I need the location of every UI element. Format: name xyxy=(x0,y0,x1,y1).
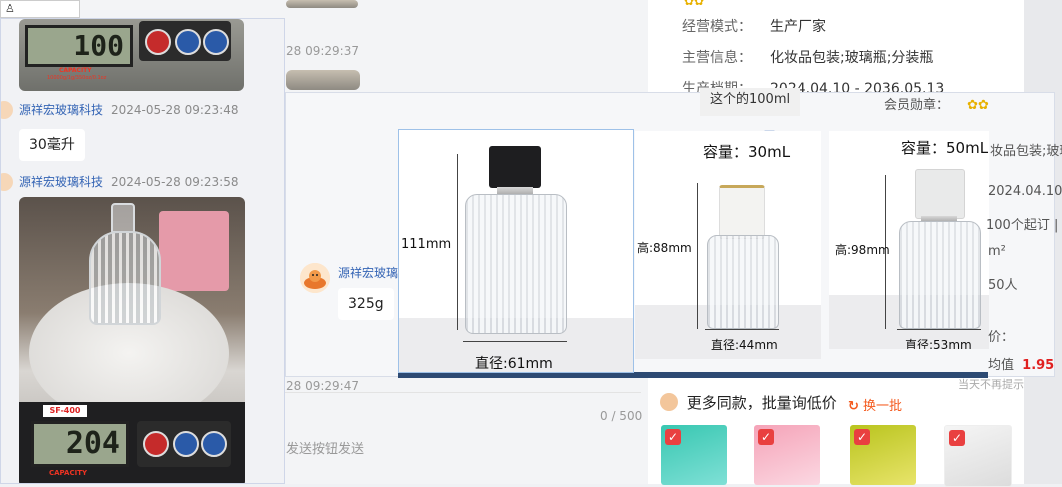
bottle-on-scale-photo[interactable]: SF-400 204 CAPACITY xyxy=(19,197,245,483)
medal-row: 会员勋章： ✿✿ xyxy=(884,98,989,113)
info-row-mode: 经营模式： 生产厂家 xyxy=(682,19,826,35)
tare-button-icon xyxy=(201,431,227,457)
check-icon[interactable]: ✓ xyxy=(949,430,965,446)
bottle-cap xyxy=(489,146,541,188)
info-row-partial: 50人 xyxy=(988,278,1018,293)
message-header: 源祥宏玻璃科技 2024-05-28 09:23:48 xyxy=(19,101,238,118)
dismiss-note[interactable]: 当天不再提示 xyxy=(958,376,1024,392)
height-line xyxy=(457,154,458,330)
capacity-title: 容量：30mL xyxy=(703,143,791,161)
message-time: 2024-05-28 09:23:48 xyxy=(111,103,239,117)
info-row-partial: m² xyxy=(988,244,1006,259)
capacity-label: CAPACITY xyxy=(49,469,88,477)
image-card-2[interactable]: 容量：30mL 高:88mm 直径:44mm xyxy=(635,131,821,359)
glass-bottle xyxy=(465,194,567,334)
scale-model: SF-400 xyxy=(43,405,87,417)
sender-name[interactable]: 源祥宏玻璃 xyxy=(338,264,398,281)
image-thumbnail[interactable] xyxy=(286,0,358,8)
bottle-cap xyxy=(111,203,135,233)
bottle-cap xyxy=(719,185,765,239)
width-label: 直径:61mm xyxy=(475,356,553,372)
scale-display: 204 xyxy=(31,421,129,467)
message-bubble: 30毫升 xyxy=(19,129,85,161)
width-line xyxy=(463,341,567,342)
capacity-spec: 10000g/1g/350oz/0.1oz xyxy=(47,75,107,81)
medal-row-cut: ✿✿ xyxy=(684,0,705,8)
avatar xyxy=(1,173,13,191)
price-label: 价： xyxy=(988,330,1015,345)
product-thumb-2[interactable]: ✓ xyxy=(754,425,820,485)
chat-history-panel: 100 CAPACITY 10000g/1g/350oz/0.1oz 源祥宏玻璃… xyxy=(0,18,285,484)
product-thumb-1[interactable]: ✓ xyxy=(661,425,727,485)
avg-price-value: 1.95 xyxy=(1022,358,1055,373)
info-row-partial: 100个起订 | xyxy=(986,218,1059,233)
message-time: 28 09:29:47 xyxy=(286,379,359,393)
avatar xyxy=(300,263,330,293)
message-time: 28 09:29:37 xyxy=(286,44,359,58)
product-thumb-4[interactable]: ✓ xyxy=(944,425,1012,487)
power-button-icon xyxy=(145,29,171,55)
refresh-icon: ↻ xyxy=(848,399,859,414)
width-line xyxy=(705,329,779,330)
send-hint: 发送按钮发送 xyxy=(286,442,365,457)
check-icon[interactable]: ✓ xyxy=(758,429,774,445)
height-label: 高:88mm xyxy=(637,241,692,255)
check-icon[interactable]: ✓ xyxy=(665,429,681,445)
image-thumbnail[interactable] xyxy=(286,70,360,90)
pink-box xyxy=(159,211,229,291)
message-bubble: 325g xyxy=(338,288,394,320)
height-line xyxy=(697,183,698,329)
more-similar-title: 更多同款，批量询低价 xyxy=(660,392,837,413)
person-icon: ♙ xyxy=(5,2,15,15)
scale-photo[interactable]: 100 CAPACITY 10000g/1g/350oz/0.1oz xyxy=(19,19,244,91)
sender-name[interactable]: 源祥宏玻璃科技 xyxy=(19,175,103,189)
message-bubble: 这个的100ml xyxy=(700,88,801,116)
sender-name[interactable]: 源祥宏玻璃科技 xyxy=(19,103,103,117)
info-row-partial: 妆品包装;玻璃 xyxy=(990,144,1062,159)
mode-button-icon xyxy=(175,29,201,55)
height-label: 111mm xyxy=(401,237,452,252)
info-row-main: 主营信息： 化妆品包装;玻璃瓶;分装瓶 xyxy=(682,50,934,66)
char-counter: 0 / 500 xyxy=(600,409,643,423)
image-card-1[interactable]: 111mm 直径:61mm xyxy=(398,129,634,373)
avatar xyxy=(1,101,13,119)
product-thumb-3[interactable]: ✓ xyxy=(850,425,916,485)
power-button-icon xyxy=(143,431,169,457)
message-header: 源祥宏玻璃科技 2024-05-28 09:23:58 xyxy=(19,173,238,190)
capacity-label: CAPACITY xyxy=(59,67,92,74)
glass-bottle xyxy=(89,231,161,325)
glass-bottle xyxy=(707,235,779,329)
tare-button-icon xyxy=(203,29,229,55)
scale-button-panel xyxy=(139,21,231,61)
tooltip: ♙ xyxy=(0,0,80,18)
info-row-partial: 2024.04.10 - 20 xyxy=(988,184,1062,199)
scale-button-panel xyxy=(137,421,231,467)
check-icon[interactable]: ✓ xyxy=(854,429,870,445)
supplier-info-overlay: 会员勋章： ✿✿ 妆品包装;玻璃 2024.04.10 - 20 100个起订 … xyxy=(848,88,1062,373)
input-divider xyxy=(285,392,641,393)
width-label: 直径:44mm xyxy=(711,338,778,352)
avg-price-row: 均值 1.95 xyxy=(988,358,1055,373)
mode-button-icon xyxy=(173,431,199,457)
medal-icon: ✿✿ xyxy=(967,98,989,113)
message-time: 2024-05-28 09:23:58 xyxy=(111,175,239,189)
refresh-button[interactable]: ↻ 换一批 xyxy=(848,395,902,414)
buyer-icon xyxy=(660,393,678,411)
scale-display: 100 xyxy=(25,25,133,67)
